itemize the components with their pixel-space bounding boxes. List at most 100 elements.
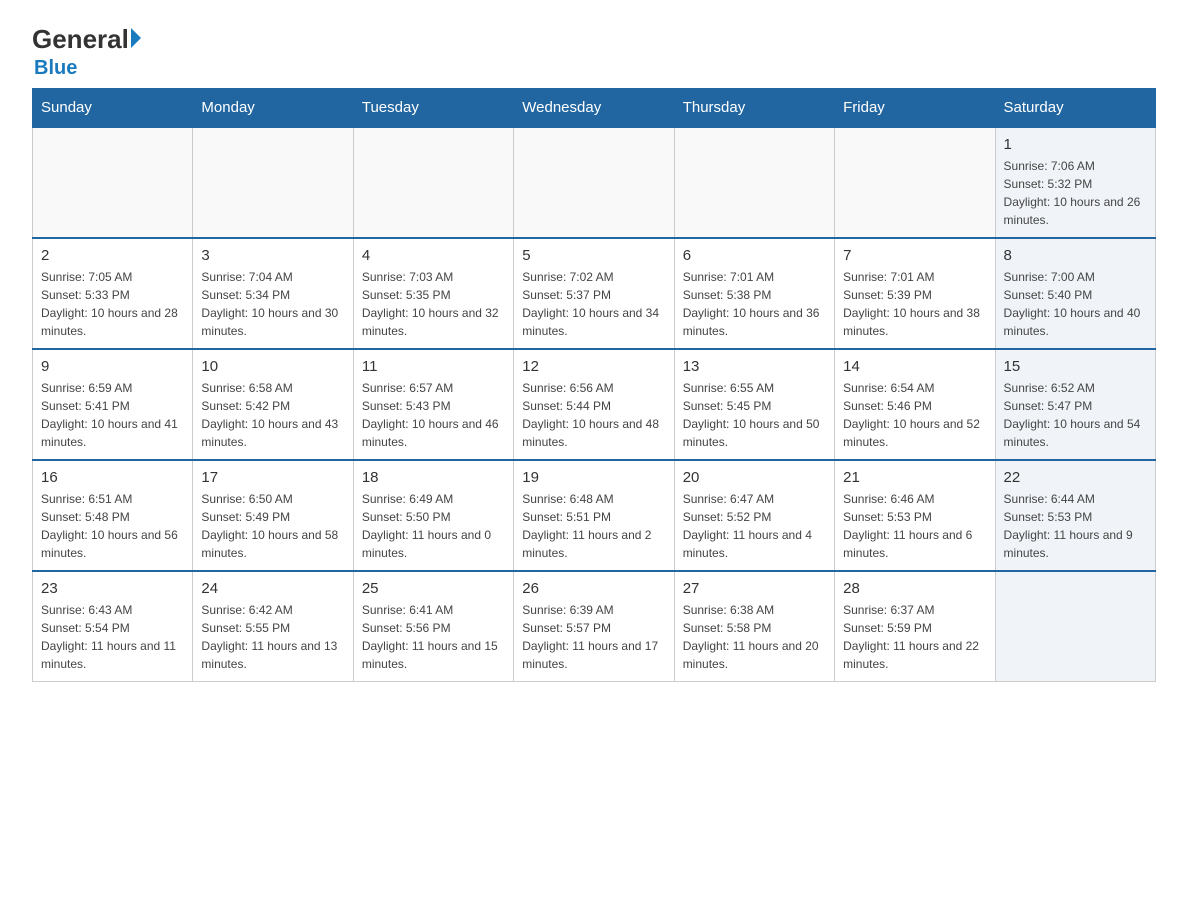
day-info: Sunrise: 6:44 AM Sunset: 5:53 PM Dayligh…	[1004, 490, 1147, 562]
day-number: 2	[41, 247, 184, 264]
day-info: Sunrise: 6:38 AM Sunset: 5:58 PM Dayligh…	[683, 601, 826, 673]
day-info: Sunrise: 7:06 AM Sunset: 5:32 PM Dayligh…	[1004, 157, 1147, 229]
day-info: Sunrise: 7:03 AM Sunset: 5:35 PM Dayligh…	[362, 268, 505, 340]
calendar-cell: 9 Sunrise: 6:59 AM Sunset: 5:41 PM Daylig…	[33, 349, 193, 460]
calendar-cell: 7 Sunrise: 7:01 AM Sunset: 5:39 PM Daylig…	[835, 238, 995, 349]
logo-triangle-icon	[131, 28, 141, 48]
calendar-cell	[353, 127, 513, 238]
calendar-cell	[674, 127, 834, 238]
calendar-cell	[193, 127, 353, 238]
calendar-week-row: 2 Sunrise: 7:05 AM Sunset: 5:33 PM Daylig…	[33, 238, 1156, 349]
calendar-cell: 21 Sunrise: 6:46 AM Sunset: 5:53 PM Dayli…	[835, 460, 995, 571]
day-number: 12	[522, 358, 665, 375]
day-info: Sunrise: 6:39 AM Sunset: 5:57 PM Dayligh…	[522, 601, 665, 673]
calendar-table: SundayMondayTuesdayWednesdayThursdayFrid…	[32, 88, 1156, 682]
calendar-cell	[33, 127, 193, 238]
day-number: 4	[362, 247, 505, 264]
logo-blue-text: Blue	[34, 57, 77, 80]
weekday-header-thursday: Thursday	[674, 89, 834, 128]
weekday-header-row: SundayMondayTuesdayWednesdayThursdayFrid…	[33, 89, 1156, 128]
calendar-cell: 12 Sunrise: 6:56 AM Sunset: 5:44 PM Dayli…	[514, 349, 674, 460]
day-info: Sunrise: 6:56 AM Sunset: 5:44 PM Dayligh…	[522, 379, 665, 451]
day-number: 22	[1004, 469, 1147, 486]
day-number: 14	[843, 358, 986, 375]
calendar-cell: 26 Sunrise: 6:39 AM Sunset: 5:57 PM Dayli…	[514, 571, 674, 682]
day-number: 3	[201, 247, 344, 264]
day-number: 13	[683, 358, 826, 375]
day-number: 5	[522, 247, 665, 264]
calendar-cell: 28 Sunrise: 6:37 AM Sunset: 5:59 PM Dayli…	[835, 571, 995, 682]
calendar-cell: 8 Sunrise: 7:00 AM Sunset: 5:40 PM Daylig…	[995, 238, 1155, 349]
calendar-cell: 4 Sunrise: 7:03 AM Sunset: 5:35 PM Daylig…	[353, 238, 513, 349]
calendar-cell: 6Sunrise: 7:01 AM Sunset: 5:38 PM Daylig…	[674, 238, 834, 349]
calendar-cell: 27 Sunrise: 6:38 AM Sunset: 5:58 PM Dayli…	[674, 571, 834, 682]
calendar-cell: 5Sunrise: 7:02 AM Sunset: 5:37 PM Daylig…	[514, 238, 674, 349]
calendar-cell: 17Sunrise: 6:50 AM Sunset: 5:49 PM Dayli…	[193, 460, 353, 571]
calendar-cell: 2 Sunrise: 7:05 AM Sunset: 5:33 PM Daylig…	[33, 238, 193, 349]
day-number: 8	[1004, 247, 1147, 264]
day-info: Sunrise: 6:47 AM Sunset: 5:52 PM Dayligh…	[683, 490, 826, 562]
day-number: 9	[41, 358, 184, 375]
day-info: Sunrise: 7:05 AM Sunset: 5:33 PM Dayligh…	[41, 268, 184, 340]
day-info: Sunrise: 7:00 AM Sunset: 5:40 PM Dayligh…	[1004, 268, 1147, 340]
day-info: Sunrise: 6:41 AM Sunset: 5:56 PM Dayligh…	[362, 601, 505, 673]
day-info: Sunrise: 6:54 AM Sunset: 5:46 PM Dayligh…	[843, 379, 986, 451]
day-number: 25	[362, 580, 505, 597]
day-info: Sunrise: 6:55 AM Sunset: 5:45 PM Dayligh…	[683, 379, 826, 451]
day-info: Sunrise: 6:58 AM Sunset: 5:42 PM Dayligh…	[201, 379, 344, 451]
day-info: Sunrise: 6:59 AM Sunset: 5:41 PM Dayligh…	[41, 379, 184, 451]
calendar-cell: 22 Sunrise: 6:44 AM Sunset: 5:53 PM Dayli…	[995, 460, 1155, 571]
day-number: 16	[41, 469, 184, 486]
calendar-week-row: 1Sunrise: 7:06 AM Sunset: 5:32 PM Daylig…	[33, 127, 1156, 238]
calendar-cell: 20 Sunrise: 6:47 AM Sunset: 5:52 PM Dayli…	[674, 460, 834, 571]
day-info: Sunrise: 7:04 AM Sunset: 5:34 PM Dayligh…	[201, 268, 344, 340]
calendar-cell	[835, 127, 995, 238]
day-info: Sunrise: 6:37 AM Sunset: 5:59 PM Dayligh…	[843, 601, 986, 673]
day-info: Sunrise: 6:52 AM Sunset: 5:47 PM Dayligh…	[1004, 379, 1147, 451]
calendar-cell	[995, 571, 1155, 682]
day-number: 26	[522, 580, 665, 597]
calendar-week-row: 9 Sunrise: 6:59 AM Sunset: 5:41 PM Daylig…	[33, 349, 1156, 460]
day-number: 27	[683, 580, 826, 597]
day-info: Sunrise: 6:57 AM Sunset: 5:43 PM Dayligh…	[362, 379, 505, 451]
calendar-cell: 24 Sunrise: 6:42 AM Sunset: 5:55 PM Dayli…	[193, 571, 353, 682]
weekday-header-saturday: Saturday	[995, 89, 1155, 128]
calendar-cell: 11 Sunrise: 6:57 AM Sunset: 5:43 PM Dayli…	[353, 349, 513, 460]
day-info: Sunrise: 6:51 AM Sunset: 5:48 PM Dayligh…	[41, 490, 184, 562]
day-number: 28	[843, 580, 986, 597]
weekday-header-tuesday: Tuesday	[353, 89, 513, 128]
day-number: 11	[362, 358, 505, 375]
day-number: 20	[683, 469, 826, 486]
calendar-cell: 13 Sunrise: 6:55 AM Sunset: 5:45 PM Dayli…	[674, 349, 834, 460]
logo: General Blue	[32, 24, 141, 80]
day-number: 7	[843, 247, 986, 264]
day-info: Sunrise: 6:46 AM Sunset: 5:53 PM Dayligh…	[843, 490, 986, 562]
day-info: Sunrise: 6:48 AM Sunset: 5:51 PM Dayligh…	[522, 490, 665, 562]
calendar-cell: 16 Sunrise: 6:51 AM Sunset: 5:48 PM Dayli…	[33, 460, 193, 571]
day-number: 19	[522, 469, 665, 486]
calendar-cell: 14 Sunrise: 6:54 AM Sunset: 5:46 PM Dayli…	[835, 349, 995, 460]
calendar-cell: 18 Sunrise: 6:49 AM Sunset: 5:50 PM Dayli…	[353, 460, 513, 571]
calendar-week-row: 23Sunrise: 6:43 AM Sunset: 5:54 PM Dayli…	[33, 571, 1156, 682]
calendar-cell	[514, 127, 674, 238]
day-number: 24	[201, 580, 344, 597]
day-number: 15	[1004, 358, 1147, 375]
calendar-cell: 15 Sunrise: 6:52 AM Sunset: 5:47 PM Dayli…	[995, 349, 1155, 460]
day-info: Sunrise: 6:50 AM Sunset: 5:49 PM Dayligh…	[201, 490, 344, 562]
day-number: 10	[201, 358, 344, 375]
calendar-cell: 3 Sunrise: 7:04 AM Sunset: 5:34 PM Daylig…	[193, 238, 353, 349]
logo-general-text: General	[32, 24, 129, 55]
day-number: 21	[843, 469, 986, 486]
day-number: 18	[362, 469, 505, 486]
calendar-week-row: 16 Sunrise: 6:51 AM Sunset: 5:48 PM Dayli…	[33, 460, 1156, 571]
day-info: Sunrise: 6:42 AM Sunset: 5:55 PM Dayligh…	[201, 601, 344, 673]
day-info: Sunrise: 7:01 AM Sunset: 5:39 PM Dayligh…	[843, 268, 986, 340]
calendar-cell: 19 Sunrise: 6:48 AM Sunset: 5:51 PM Dayli…	[514, 460, 674, 571]
day-number: 23	[41, 580, 184, 597]
calendar-cell: 25 Sunrise: 6:41 AM Sunset: 5:56 PM Dayli…	[353, 571, 513, 682]
header: General Blue	[32, 24, 1156, 80]
weekday-header-friday: Friday	[835, 89, 995, 128]
day-number: 6	[683, 247, 826, 264]
day-info: Sunrise: 6:49 AM Sunset: 5:50 PM Dayligh…	[362, 490, 505, 562]
calendar-cell: 10 Sunrise: 6:58 AM Sunset: 5:42 PM Dayli…	[193, 349, 353, 460]
